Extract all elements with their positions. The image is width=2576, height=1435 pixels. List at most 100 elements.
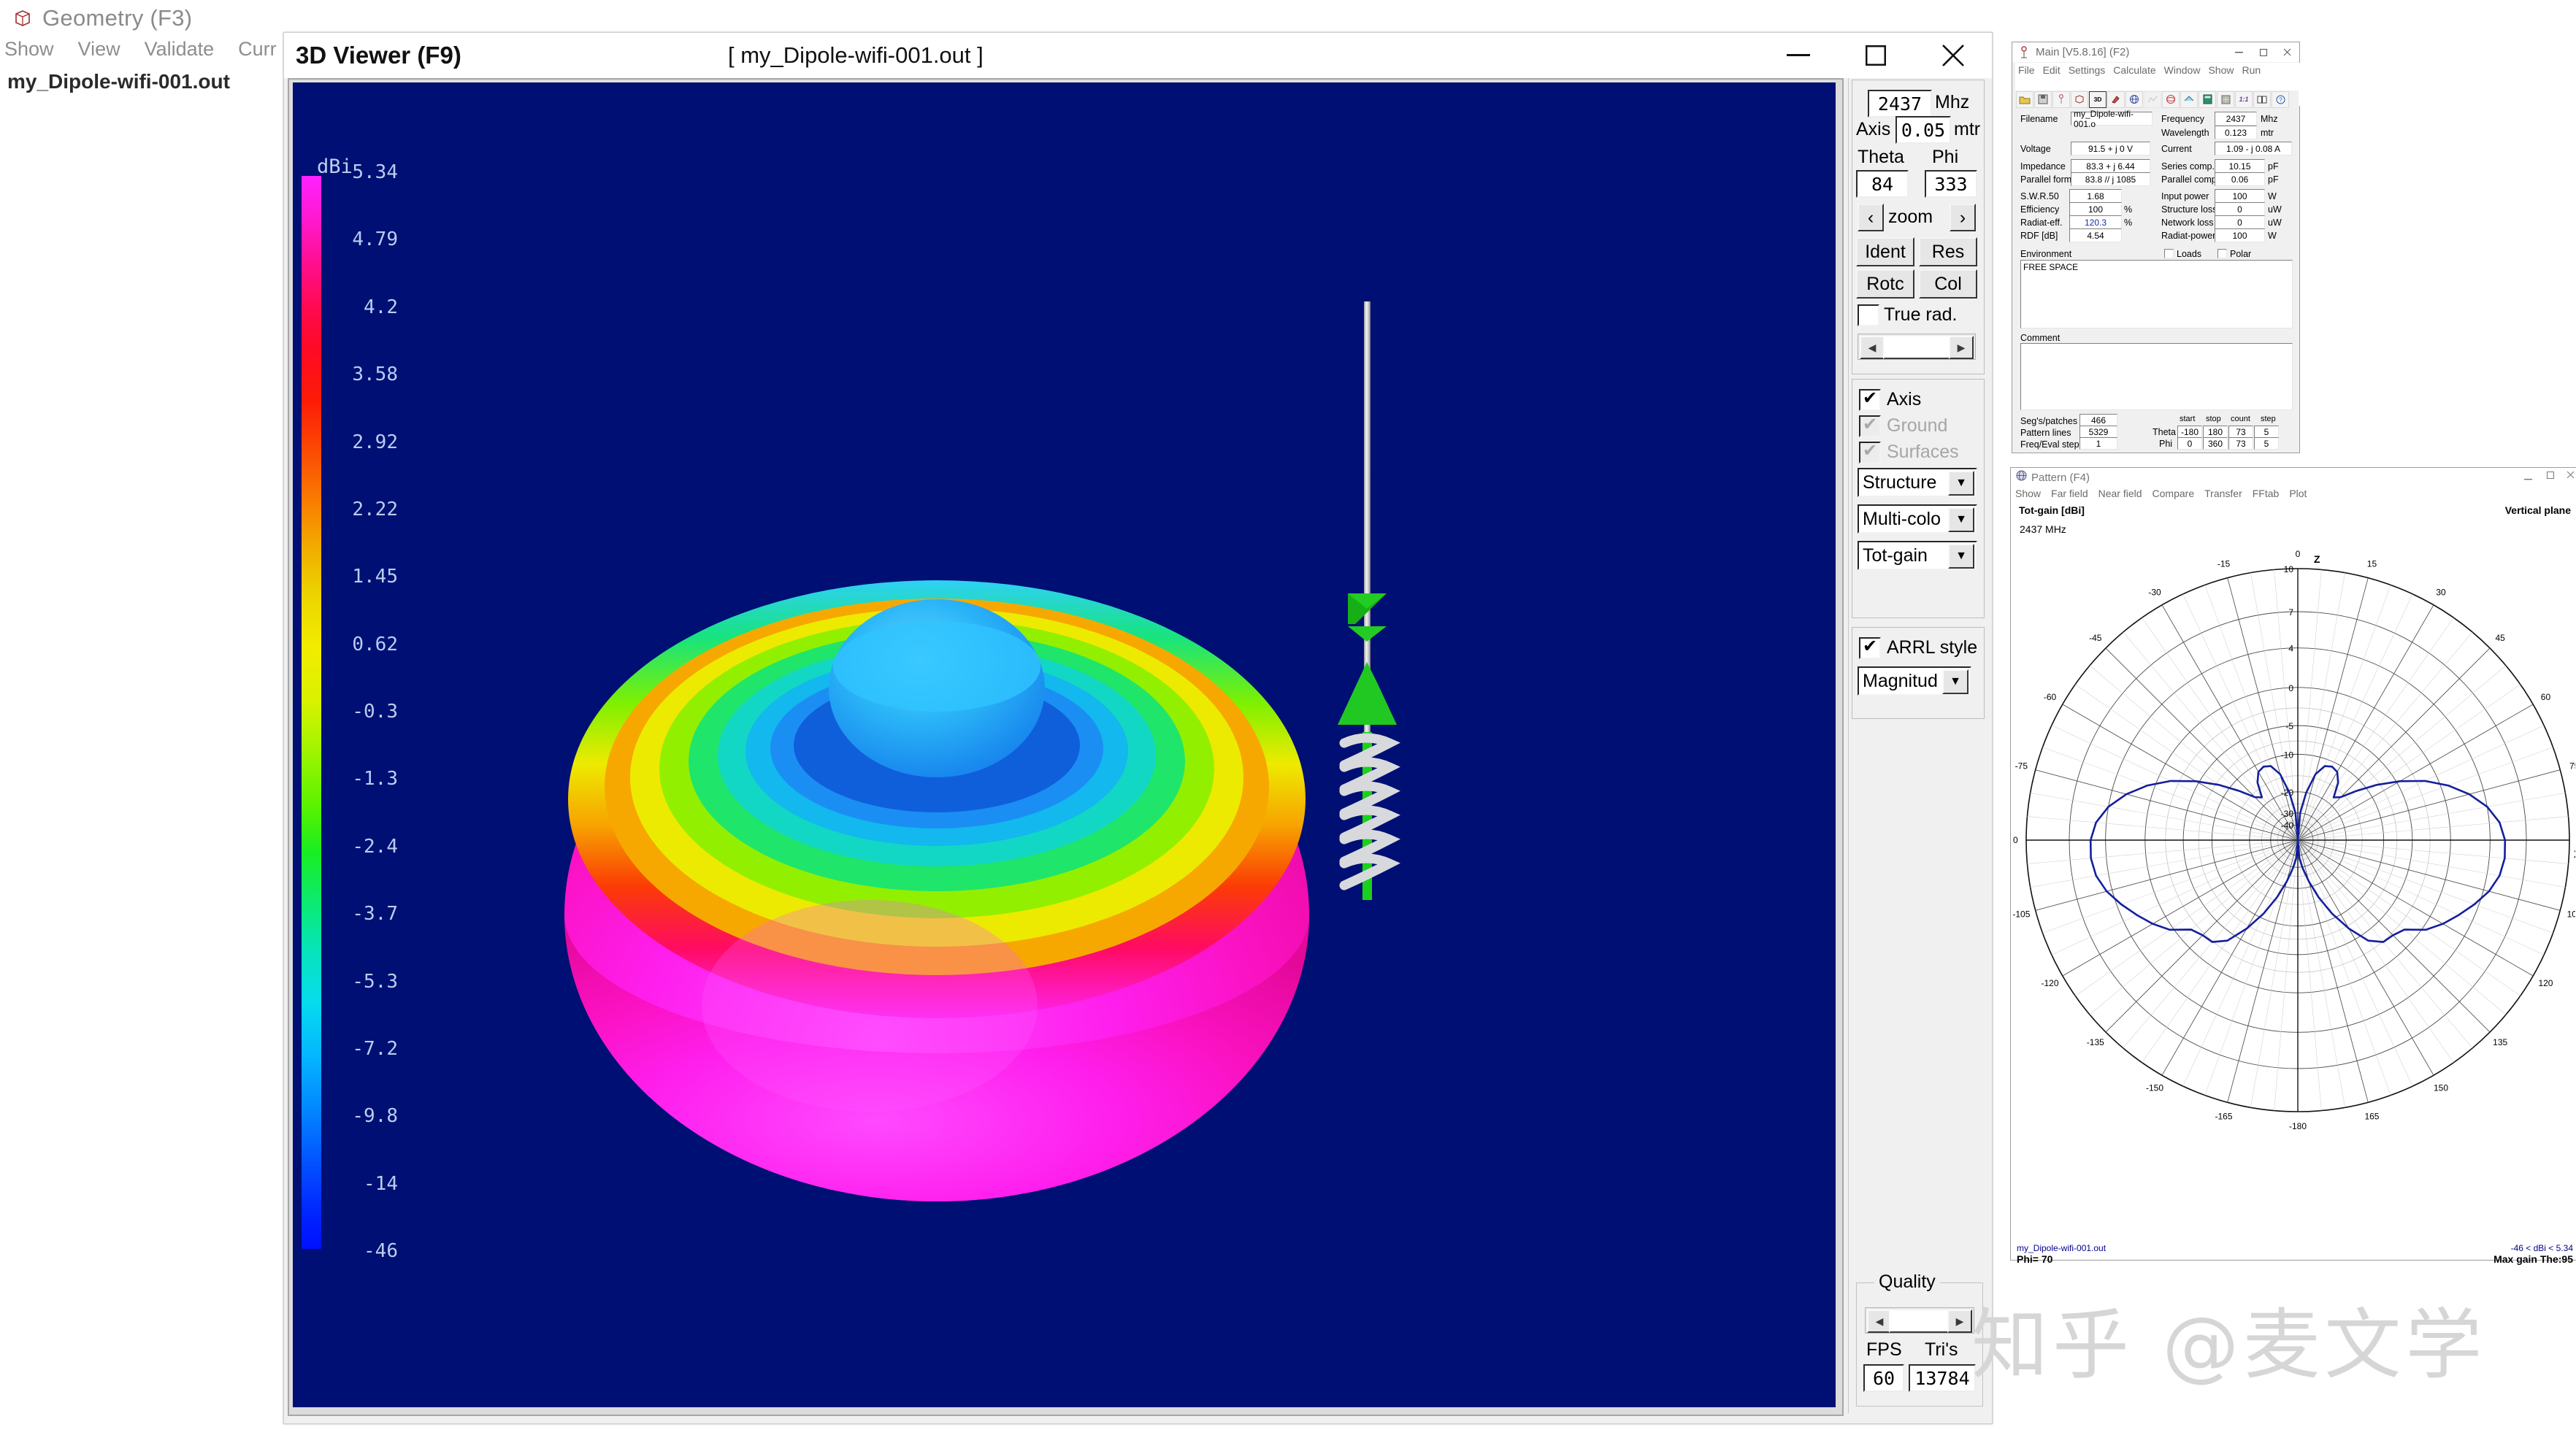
chevron-down-icon[interactable]: ▼	[1942, 669, 1969, 694]
save-disk-icon[interactable]	[2034, 91, 2052, 108]
close-icon[interactable]	[1914, 33, 1992, 78]
magnitude-dropdown[interactable]: Magnitud ▼	[1858, 666, 1971, 696]
true-rad-slider[interactable]: ◀ ▶	[1858, 334, 1976, 360]
main-frequency-field[interactable]: 2437	[2215, 112, 2257, 126]
pattern-close-icon[interactable]	[2567, 469, 2575, 482]
chevron-down-icon[interactable]: ▼	[1948, 544, 1974, 569]
geometry-menu-validate[interactable]: Validate	[145, 38, 215, 61]
theta-start-field[interactable]: -180	[2177, 426, 2202, 438]
main-toolbar[interactable]: 3D 1:1 ?	[2015, 91, 2299, 108]
res-button[interactable]: Res	[1919, 237, 1977, 266]
sphere-icon[interactable]	[2162, 91, 2180, 108]
pattern-menubar[interactable]: Show Far field Near field Compare Transf…	[2015, 488, 2307, 499]
geometry-menubar[interactable]: Show View Validate Curr	[4, 38, 277, 61]
theta-step-field[interactable]: 5	[2254, 426, 2279, 438]
main-menu-settings[interactable]: Settings	[2069, 64, 2106, 76]
main-menu-run[interactable]: Run	[2242, 64, 2261, 76]
tris-label: Tri's	[1925, 1339, 1958, 1360]
axis-field[interactable]: 0.05	[1895, 116, 1951, 144]
axis-checkbox[interactable]: ✔	[1859, 389, 1881, 411]
3d-icon[interactable]: 3D	[2089, 91, 2107, 108]
theta-stop-field[interactable]: 180	[2203, 426, 2228, 438]
arrl-style-checkbox[interactable]: ✔	[1859, 637, 1881, 659]
phi-step-field[interactable]: 5	[2254, 437, 2279, 450]
phi-count-field[interactable]: 73	[2228, 437, 2253, 450]
pattern-menu-compare[interactable]: Compare	[2153, 488, 2195, 499]
radiat-eff-label: Radiat-eff.	[2020, 218, 2063, 228]
geometry-cube-icon[interactable]	[2071, 91, 2088, 108]
phi-stop-field[interactable]: 360	[2203, 437, 2228, 450]
col-button[interactable]: Col	[1919, 269, 1977, 299]
main-maximize-icon[interactable]	[2251, 42, 2275, 62]
quality-slider[interactable]: ◀ ▶	[1865, 1307, 1974, 1334]
main-close-icon[interactable]	[2275, 42, 2299, 62]
theta-count-field[interactable]: 73	[2228, 426, 2253, 438]
phi-field[interactable]: 333	[1925, 170, 1977, 198]
ground-checkbox[interactable]: ✔	[1859, 415, 1881, 437]
polar-plot-canvas[interactable]: Tot-gain [dBi] 2437 MHz Vertical plane 0…	[2005, 503, 2576, 1240]
main-menu-edit[interactable]: Edit	[2043, 64, 2061, 76]
slider-left-arrow[interactable]: ◀	[1860, 336, 1885, 359]
transfer-icon[interactable]	[2180, 91, 2198, 108]
polar-checkbox[interactable]	[2217, 249, 2227, 258]
quality-slider-thumb[interactable]	[1889, 1309, 1949, 1333]
antenna-icon[interactable]	[2052, 91, 2070, 108]
pattern-menu-show[interactable]: Show	[2015, 488, 2041, 499]
scale-1to1-icon[interactable]: 1:1	[2235, 91, 2253, 108]
pattern-menu-fftab[interactable]: FFtab	[2253, 488, 2280, 499]
gain-type-dropdown[interactable]: Tot-gain ▼	[1858, 541, 1977, 570]
pattern-maximize-icon[interactable]	[2547, 469, 2554, 482]
main-menu-calculate[interactable]: Calculate	[2113, 64, 2155, 76]
frequency-field[interactable]: 2437	[1868, 90, 1932, 118]
geometry-menu-curr[interactable]: Curr	[238, 38, 277, 61]
pattern-minimize-icon[interactable]	[2524, 471, 2532, 484]
polar-axis-xy: XY	[2574, 848, 2575, 860]
chevron-down-icon[interactable]: ▼	[1948, 507, 1974, 532]
main-minimize-icon[interactable]	[2227, 42, 2251, 62]
zoom-out-button[interactable]: ‹	[1858, 204, 1884, 231]
slider-thumb[interactable]	[1883, 336, 1953, 359]
main-menu-window[interactable]: Window	[2164, 64, 2201, 76]
edit-paint-icon[interactable]	[2107, 91, 2125, 108]
minimize-icon[interactable]	[1760, 33, 1837, 78]
theta-field[interactable]: 84	[1856, 170, 1909, 198]
optimizer-icon[interactable]	[2217, 91, 2234, 108]
comment-textarea[interactable]	[2020, 343, 2293, 410]
pattern-menu-transfer[interactable]: Transfer	[2204, 488, 2242, 499]
environment-label: Environment	[2020, 249, 2072, 259]
quality-slider-right-arrow[interactable]: ▶	[1947, 1309, 1972, 1333]
color-mode-dropdown[interactable]: Multi-colo ▼	[1858, 504, 1977, 534]
ident-button[interactable]: Ident	[1856, 237, 1914, 266]
loads-checkbox[interactable]	[2164, 249, 2174, 258]
structure-dropdown[interactable]: Structure ▼	[1858, 468, 1977, 497]
true-rad-checkbox[interactable]	[1858, 304, 1879, 326]
help-icon[interactable]: ?	[2272, 91, 2289, 108]
quality-slider-left-arrow[interactable]: ◀	[1867, 1309, 1892, 1333]
phi-start-field[interactable]: 0	[2177, 437, 2202, 450]
3d-viewer-window: 3D Viewer (F9) [ my_Dipole-wifi-001.out …	[283, 32, 1993, 1424]
arrl-style-label: ARRL style	[1887, 637, 1978, 658]
pattern-menu-nearfield[interactable]: Near field	[2098, 488, 2142, 499]
slider-right-arrow[interactable]: ▶	[1949, 336, 1974, 359]
geometry-menu-view[interactable]: View	[78, 38, 120, 61]
col-count-header: count	[2231, 415, 2250, 423]
open-folder-icon[interactable]	[2016, 91, 2033, 108]
geometry-menu-show[interactable]: Show	[4, 38, 54, 61]
main-menu-show[interactable]: Show	[2208, 64, 2234, 76]
pattern-menu-plot[interactable]: Plot	[2289, 488, 2307, 499]
globe-pattern-icon[interactable]	[2125, 91, 2143, 108]
maximize-icon[interactable]	[1837, 33, 1914, 78]
fps-value: 60	[1863, 1364, 1904, 1392]
environment-textarea[interactable]: FREE SPACE	[2020, 260, 2293, 328]
filename-field[interactable]: my_Dipole-wifi-001.o	[2071, 109, 2153, 129]
book-icon[interactable]	[2253, 91, 2271, 108]
calculator-icon[interactable]	[2199, 91, 2216, 108]
rotc-button[interactable]: Rotc	[1856, 269, 1914, 299]
pattern-menu-farfield[interactable]: Far field	[2051, 488, 2088, 499]
chevron-down-icon[interactable]: ▼	[1948, 471, 1974, 496]
main-menu-file[interactable]: File	[2018, 64, 2035, 76]
3d-render-canvas[interactable]: dBi 5.34 4.79 4.2 3.58 2.92 2.22 1.45 0.62 -0.3-…	[293, 82, 1836, 1407]
surfaces-checkbox[interactable]: ✔	[1859, 442, 1881, 463]
zoom-in-button[interactable]: ›	[1950, 204, 1976, 231]
main-phi-label: Phi	[2159, 439, 2173, 449]
